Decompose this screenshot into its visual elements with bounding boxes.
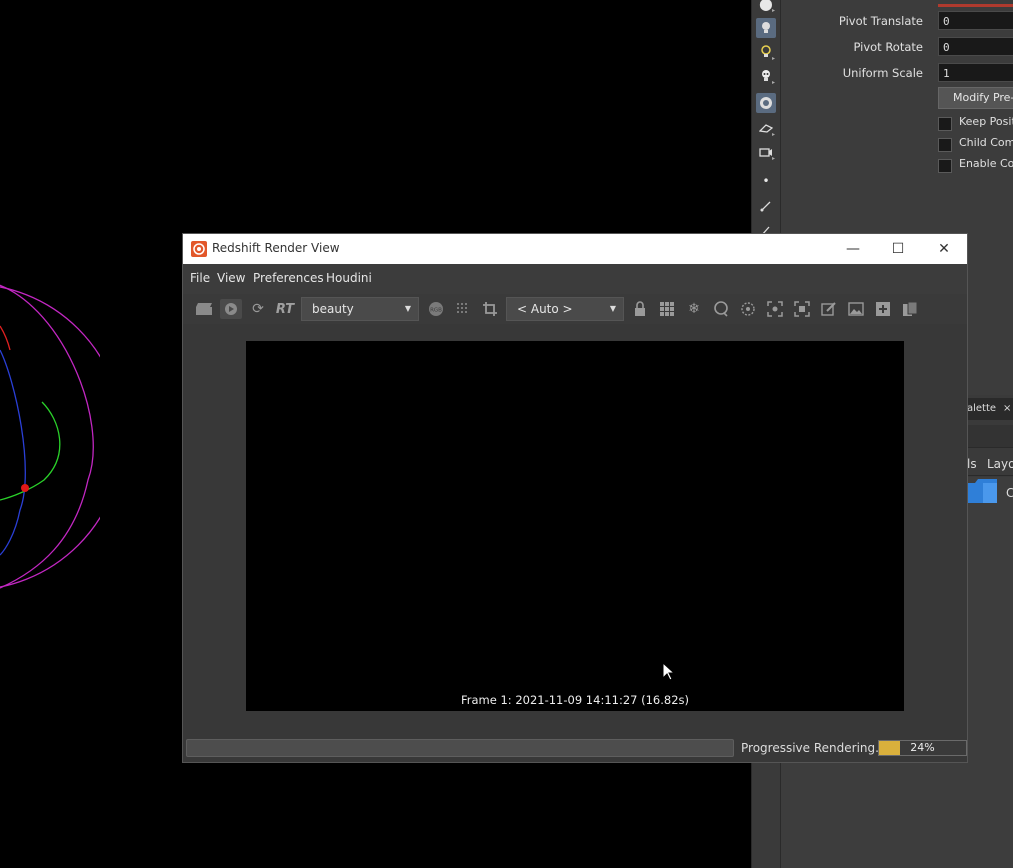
frame-info: Frame 1: 2021-11-09 14:11:27 (16.82s)	[460, 693, 689, 707]
aov-select-value: beauty	[312, 302, 354, 316]
minimize-button[interactable]: —	[830, 234, 876, 264]
play-icon[interactable]	[220, 299, 242, 319]
child-compensation-checkbox[interactable]	[938, 138, 952, 152]
keep-position-checkbox[interactable]	[938, 117, 952, 131]
camera-switch-icon[interactable]: ▸	[756, 142, 776, 162]
camera-select[interactable]: < Auto > ▼	[506, 297, 624, 321]
menu-file[interactable]: File	[190, 271, 210, 285]
enable-constraints-checkbox[interactable]	[938, 159, 952, 173]
child-compensation-label: Child Comp	[959, 136, 1013, 149]
aov-select[interactable]: beauty ▼	[301, 297, 419, 321]
menu-view[interactable]: View	[217, 271, 245, 285]
mouse-cursor-icon	[662, 662, 676, 681]
gizmo-magenta-arc	[0, 284, 94, 589]
folder-icon[interactable]	[963, 477, 999, 505]
menu-preferences[interactable]: Preferences	[253, 271, 324, 285]
curve-icon[interactable]	[756, 196, 776, 216]
render-progress-label: 24%	[910, 741, 935, 754]
camera-icon[interactable]: ▸	[756, 118, 776, 138]
chevron-down-icon: ▼	[609, 304, 617, 313]
dot-icon[interactable]: •	[756, 171, 776, 191]
clapper-icon[interactable]	[193, 299, 215, 319]
add-snapshot-icon[interactable]	[872, 299, 894, 319]
fit-icon[interactable]	[764, 299, 786, 319]
gizmo-magenta-ring	[0, 286, 100, 588]
gizmo-red-arc	[0, 325, 11, 351]
expand-icon[interactable]	[791, 299, 813, 319]
status-bar: Progressive Rendering... 24%	[183, 734, 967, 762]
env-light-icon[interactable]	[756, 93, 776, 113]
chevron-down-icon: ▼	[404, 304, 412, 313]
redshift-app-icon	[191, 241, 207, 257]
pivot-rotate-field[interactable]: 0	[938, 37, 1013, 56]
rt-toggle[interactable]: RT	[274, 299, 296, 319]
menu-houdini[interactable]: Houdini	[326, 271, 372, 285]
lock-icon[interactable]	[629, 299, 651, 319]
camera-select-value: < Auto >	[517, 302, 573, 316]
keep-position-label: Keep Positi	[959, 115, 1013, 128]
light-icon[interactable]: ⬤ ▸	[756, 0, 776, 14]
pivot-translate-label: Pivot Translate	[838, 14, 923, 28]
status-text: Progressive Rendering...	[741, 741, 887, 755]
gizmo-center-dot	[21, 484, 29, 492]
gizmo-green-arc	[0, 401, 61, 501]
skull-light-icon[interactable]: ▸	[756, 66, 776, 86]
spot-light-icon[interactable]: ▸	[756, 42, 776, 62]
render-canvas-area: Frame 1: 2021-11-09 14:11:27 (16.82s)	[183, 324, 967, 734]
lasso-icon[interactable]	[710, 299, 732, 319]
snowflake-icon[interactable]: ❄	[683, 299, 705, 319]
svg-text:RGB: RGB	[430, 308, 442, 314]
progress-track	[186, 739, 734, 757]
render-view-titlebar[interactable]: Redshift Render View — ☐ ✕	[183, 234, 967, 264]
focus-icon[interactable]	[737, 299, 759, 319]
palette-close-button[interactable]: ×	[1003, 398, 1011, 420]
modify-pre-transform-button[interactable]: Modify Pre-T	[938, 87, 1013, 109]
accent-bar	[938, 4, 1013, 7]
rgb-icon[interactable]: RGB	[425, 299, 447, 319]
light-bulb-icon[interactable]	[756, 18, 776, 38]
pivot-translate-field[interactable]: 0	[938, 11, 1013, 30]
crop-icon[interactable]	[479, 299, 501, 319]
uniform-scale-field[interactable]: 1	[938, 63, 1013, 82]
viewport-rotate-gizmo[interactable]	[0, 0, 100, 600]
tiles-icon[interactable]	[656, 299, 678, 319]
refresh-icon[interactable]: ⟳	[247, 299, 269, 319]
render-image[interactable]: Frame 1: 2021-11-09 14:11:27 (16.82s)	[246, 341, 904, 711]
window-title: Redshift Render View	[212, 241, 340, 255]
gizmo-blue-arc	[0, 349, 26, 556]
render-view-window: Redshift Render View — ☐ ✕ File View Pre…	[182, 233, 968, 763]
maximize-button[interactable]: ☐	[875, 234, 921, 264]
uniform-scale-label: Uniform Scale	[842, 66, 923, 80]
copy-icon[interactable]	[899, 299, 921, 319]
edit-icon[interactable]	[818, 299, 840, 319]
enable-constraints-label: Enable Con	[959, 157, 1013, 170]
grid-icon[interactable]	[452, 299, 474, 319]
folder-label: C	[1006, 486, 1013, 500]
render-progress-bar: 24%	[878, 740, 967, 756]
menu-bar: File View Preferences Houdini	[183, 264, 967, 295]
tab-layout[interactable]: Layo	[987, 457, 1013, 471]
close-button[interactable]: ✕	[921, 234, 967, 264]
tab-tools[interactable]: ls	[967, 457, 977, 471]
render-toolbar: ⟳ RT beauty ▼ RGB < Auto > ▼ ❄	[183, 294, 967, 324]
pivot-rotate-label: Pivot Rotate	[853, 40, 923, 54]
image-icon[interactable]	[845, 299, 867, 319]
